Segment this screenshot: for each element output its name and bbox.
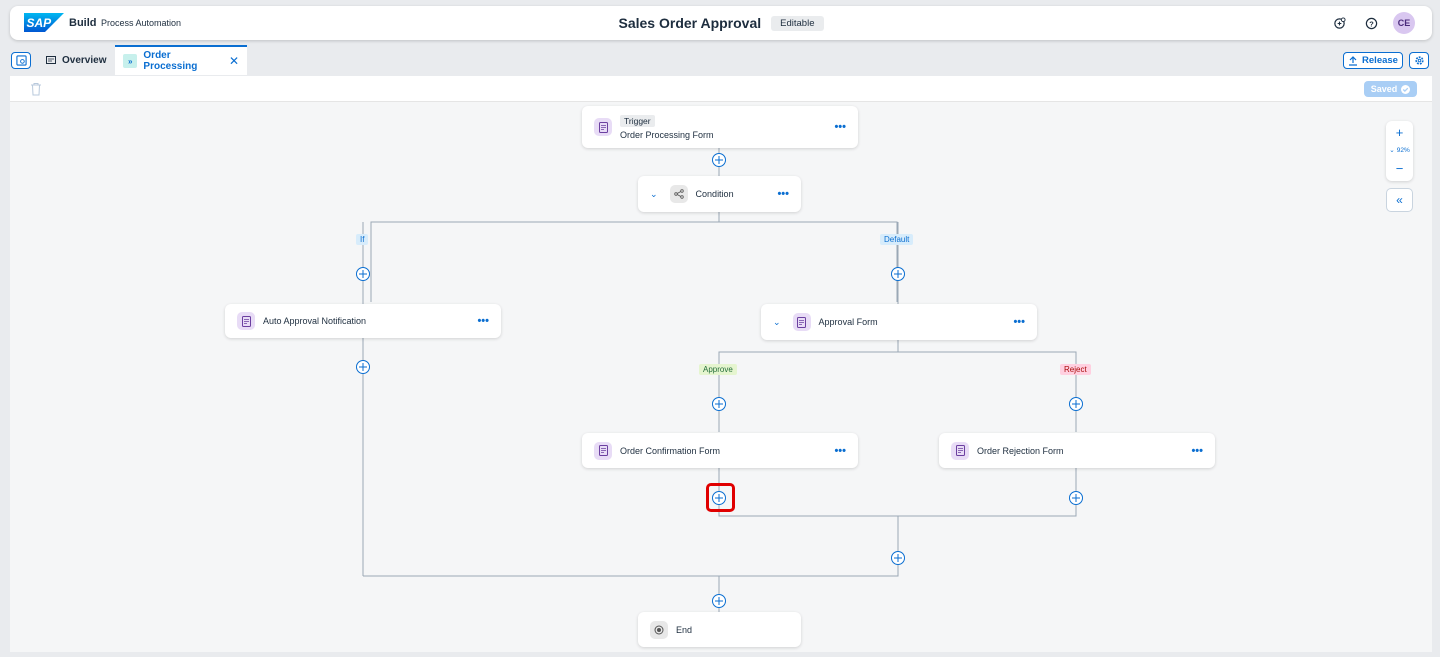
form-icon	[792, 313, 811, 331]
plus-icon	[894, 270, 902, 278]
approval-form-node[interactable]: ⌄ Approval Form •••	[761, 304, 1037, 340]
more-icon[interactable]: •••	[834, 121, 846, 133]
branch-label-reject: Reject	[1060, 364, 1091, 375]
add-step-button[interactable]	[356, 267, 370, 281]
auto-approval-node[interactable]: Auto Approval Notification •••	[225, 304, 501, 338]
condition-icon	[669, 185, 688, 203]
more-icon[interactable]: •••	[477, 315, 489, 327]
add-step-button[interactable]	[712, 153, 726, 167]
condition-label: Condition	[695, 189, 734, 199]
tab-overview-label: Overview	[62, 54, 107, 66]
more-icon[interactable]: •••	[834, 445, 846, 457]
tab-order-processing-label: Order Processing	[143, 50, 198, 72]
branch-label-approve: Approve	[699, 364, 737, 375]
process-icon: »	[123, 54, 138, 68]
plus-icon	[894, 554, 902, 562]
process-overview-button[interactable]	[11, 52, 31, 69]
title-area: Sales Order Approval Editable	[10, 6, 1432, 40]
zoom-in-button[interactable]: +	[1386, 123, 1413, 141]
canvas-area: Saved Trigger Order Processing Form ••• …	[10, 76, 1432, 652]
release-button[interactable]: Release	[1343, 52, 1403, 69]
close-icon[interactable]: ✕	[229, 54, 239, 68]
gear-icon	[1414, 56, 1424, 65]
branch-label-default: Default	[880, 234, 914, 245]
end-label: End	[676, 624, 693, 635]
release-label: Release	[1362, 55, 1398, 66]
order-rejection-label: Order Rejection Form	[977, 445, 1064, 456]
zoom-level-value: 92%	[1396, 146, 1410, 154]
more-icon[interactable]: •••	[777, 188, 789, 200]
collapse-panel-button[interactable]: «	[1386, 188, 1413, 212]
more-icon[interactable]: •••	[1191, 445, 1203, 457]
plus-icon	[1072, 400, 1080, 408]
add-step-button[interactable]	[712, 397, 726, 411]
form-icon	[594, 441, 612, 460]
plus-icon	[359, 270, 367, 278]
trigger-tag: Trigger	[620, 114, 655, 127]
end-node[interactable]: End	[638, 612, 801, 647]
plus-icon	[1072, 494, 1080, 502]
trigger-text: Trigger Order Processing Form	[620, 114, 826, 140]
plus-icon	[715, 156, 723, 164]
plus-icon	[715, 597, 723, 605]
chevron-down-icon: ⌄	[1389, 147, 1395, 154]
svg-text:?: ?	[1369, 19, 1374, 28]
branch-label-if: If	[356, 234, 369, 245]
tab-bar: Overview » Order Processing ✕ Release	[10, 45, 1432, 75]
tab-overview[interactable]: Overview	[38, 45, 114, 75]
order-confirmation-node[interactable]: Order Confirmation Form •••	[582, 433, 858, 468]
approval-form-label: Approval Form	[818, 317, 878, 327]
trigger-label: Order Processing Form	[620, 129, 714, 140]
help-icon[interactable]: ?	[1362, 14, 1380, 32]
add-step-button[interactable]	[1069, 491, 1083, 505]
highlight-marker	[706, 483, 735, 512]
form-icon	[237, 312, 255, 330]
overview-icon	[46, 56, 56, 64]
settings-button[interactable]	[1409, 52, 1429, 69]
form-icon	[594, 118, 612, 136]
end-icon	[650, 620, 668, 639]
order-rejection-node[interactable]: Order Rejection Form •••	[939, 433, 1215, 468]
trigger-node[interactable]: Trigger Order Processing Form •••	[582, 106, 858, 148]
double-chevron-left-icon: «	[1396, 193, 1403, 207]
zoom-controls: + ⌄ 92% −	[1386, 121, 1413, 181]
avatar[interactable]: CE	[1393, 12, 1415, 34]
chevron-down-icon[interactable]: ⌄	[773, 317, 781, 328]
zoom-level-dropdown[interactable]: ⌄ 92%	[1386, 143, 1413, 157]
add-step-button[interactable]	[891, 267, 905, 281]
search-process-icon	[15, 55, 27, 66]
plus-icon	[715, 400, 723, 408]
add-step-button[interactable]	[891, 551, 905, 565]
auto-approval-label: Auto Approval Notification	[263, 316, 367, 326]
upload-icon	[1349, 55, 1358, 66]
shell-bar: SAP Build Process Automation Sales Order…	[10, 6, 1432, 40]
add-step-button[interactable]	[712, 594, 726, 608]
condition-node[interactable]: ⌄ Condition •••	[638, 176, 801, 212]
more-icon[interactable]: •••	[1013, 316, 1025, 328]
page-title: Sales Order Approval	[618, 15, 762, 31]
zoom-out-button[interactable]: −	[1386, 159, 1413, 177]
order-confirmation-label: Order Confirmation Form	[620, 445, 721, 456]
add-step-button[interactable]	[356, 360, 370, 374]
notification-assist-icon[interactable]	[1330, 14, 1348, 32]
tab-order-processing[interactable]: » Order Processing ✕	[115, 45, 247, 75]
chevron-down-icon[interactable]: ⌄	[650, 189, 658, 200]
form-icon	[951, 441, 969, 460]
editable-badge: Editable	[771, 15, 824, 31]
plus-icon	[359, 363, 367, 371]
add-step-button[interactable]	[1069, 397, 1083, 411]
